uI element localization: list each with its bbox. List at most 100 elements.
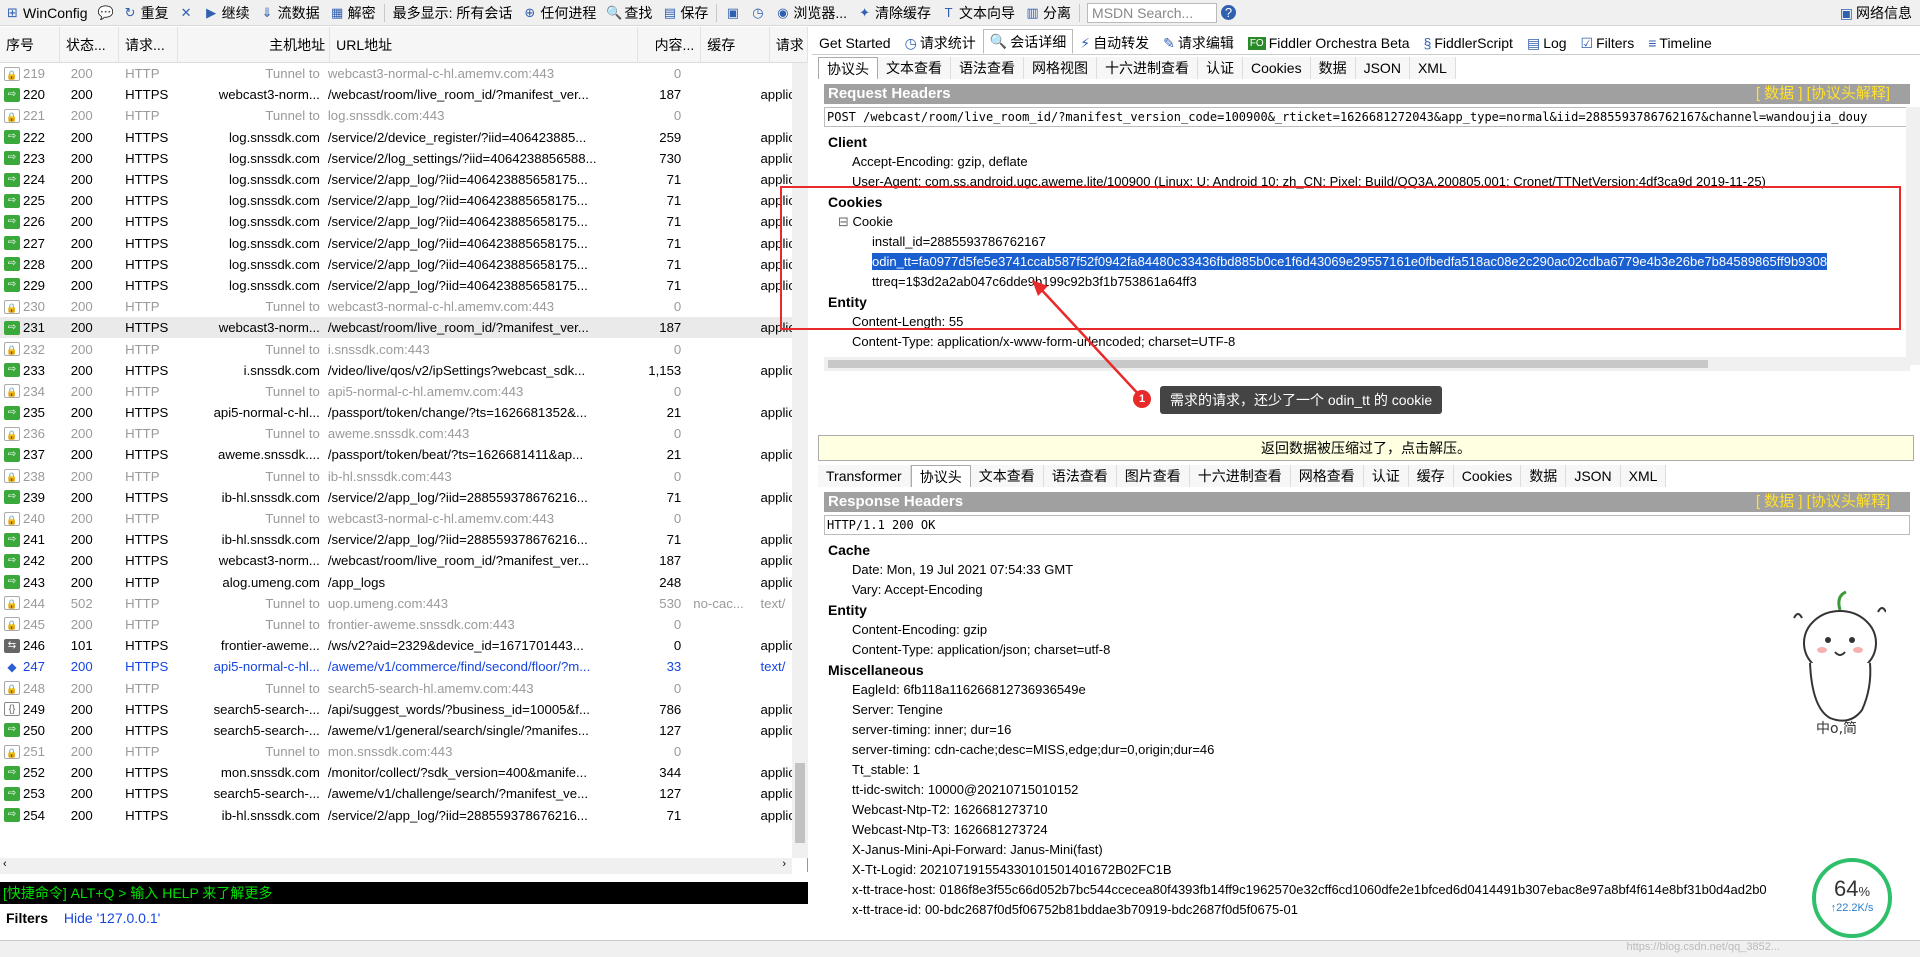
- column-header[interactable]: URL地址: [330, 26, 639, 63]
- session-row[interactable]: 🔒 232 200 HTTP Tunnel to i.snssdk.com:443 0: [0, 338, 792, 359]
- session-row[interactable]: ⇨ 223 200 HTTPS log.snssdk.com/service/2/log…: [0, 148, 792, 169]
- session-row[interactable]: ⇨ 235 200 HTTPS api5-normal-c-hl... /passport…: [0, 402, 792, 423]
- session-row[interactable]: ⇨ 225 200 HTTPS log.snssdk.com/service/2/app…: [0, 190, 792, 211]
- toolbar-4[interactable]: ▶ 继续: [199, 1, 255, 25]
- tab-filters[interactable]: ☑ Filters: [1574, 32, 1642, 54]
- toolbar-icon-button-1[interactable]: 💬: [93, 1, 118, 25]
- header-line[interactable]: Content-Type: application/json; charset=…: [824, 640, 1906, 660]
- session-row[interactable]: 🔒 244 502 HTTP Tunnel to uop.umeng.com:443 530…: [0, 593, 792, 614]
- header-line[interactable]: Webcast-Ntp-T2: 1626681273710: [824, 800, 1906, 820]
- toolbar-icon-button-12[interactable]: ◷: [745, 1, 770, 25]
- header-line[interactable]: x-tt-trace-host: 0186f8e3f55c66d052b7bc5…: [824, 880, 1906, 900]
- session-row[interactable]: ◆ 247 200 HTTPS api5-normal-c-hl... /aweme/v1…: [0, 656, 792, 677]
- session-row[interactable]: 🔒 230 200 HTTP Tunnel to webcast3-normal-c-hl…: [0, 296, 792, 317]
- header-line[interactable]: server-timing: inner; dur=16: [824, 720, 1906, 740]
- session-row[interactable]: ⇨ 233 200 HTTPS i.snssdk.com/video/live/qos/…: [0, 360, 792, 381]
- scroll-left-icon[interactable]: ‹: [3, 858, 7, 870]
- response-tab[interactable]: XML: [1620, 465, 1667, 487]
- header-line[interactable]: EagleId: 6fb118a1162668127369365​49e: [824, 680, 1906, 700]
- header-line[interactable]: Date: Mon, 19 Jul 2021 07:54:33 GMT: [824, 560, 1906, 580]
- header-line[interactable]: x-tt-trace-id: 00-bdc2687f0d5f06752b81bd…: [824, 900, 1906, 920]
- response-tab[interactable]: 数据: [1521, 465, 1567, 487]
- help-icon[interactable]: ?: [1221, 5, 1237, 20]
- toolbar-13[interactable]: ◉ 浏览器...: [770, 1, 852, 25]
- session-row[interactable]: 🔒 219 200 HTTP Tunnel to webcast3-normal-c-hl…: [0, 63, 792, 84]
- session-row[interactable]: 🔒 221 200 HTTP Tunnel to log.snssdk.com:443 0: [0, 105, 792, 126]
- toolbar-14[interactable]: ✦ 清除缓存: [852, 1, 936, 25]
- session-row[interactable]: 🔒 248 200 HTTP Tunnel to search5-search-hl.am…: [0, 677, 792, 698]
- tab-get-started[interactable]: Get Started: [812, 32, 898, 54]
- hscroll-thumb[interactable]: [828, 360, 1708, 368]
- request-tab[interactable]: 文本查看: [878, 57, 951, 79]
- toolbar-icon-button-3[interactable]: ✕: [174, 1, 199, 25]
- tab-fiddler-orchestra-beta[interactable]: FO Fiddler Orchestra Beta: [1241, 32, 1417, 54]
- tab-timeline[interactable]: ≡ Timeline: [1641, 32, 1719, 54]
- session-row[interactable]: ⇨ 229 200 HTTPS log.snssdk.com/service/2/app…: [0, 275, 792, 296]
- session-row[interactable]: {} 249 200 HTTPS search5-search-... /api/sugg…: [0, 699, 792, 720]
- response-tab[interactable]: 认证: [1363, 465, 1409, 487]
- tab-自动转发[interactable]: ⚡ 自动转发: [1073, 32, 1156, 54]
- session-row[interactable]: 🔒 251 200 HTTP Tunnel to mon.snssdk.com:443 0: [0, 741, 792, 762]
- request-line[interactable]: POST /webcast/room/live_room_id/?manifes…: [824, 107, 1910, 127]
- session-row[interactable]: ⇨ 241 200 HTTPS ib-hl.snssdk.com/service/2/a…: [0, 529, 792, 550]
- request-tab[interactable]: Cookies: [1243, 57, 1311, 79]
- request-tab[interactable]: JSON: [1355, 57, 1410, 79]
- header-line[interactable]: Content-Encoding: gzip: [824, 620, 1906, 640]
- session-row[interactable]: ⇨ 254 200 HTTPS ib-hl.snssdk.com/service/2/a…: [0, 805, 792, 826]
- network-info-button[interactable]: ▣ 网络信息: [1840, 3, 1912, 23]
- session-row[interactable]: ⇨ 239 200 HTTPS ib-hl.snssdk.com/service/2/a…: [0, 487, 792, 508]
- msdn-search-input[interactable]: MSDN Search...: [1087, 2, 1218, 23]
- toolbar-icon-button-11[interactable]: ▣: [720, 1, 745, 25]
- session-row[interactable]: ⇨ 252 200 HTTPS mon.snssdk.com/monitor/colle…: [0, 762, 792, 783]
- session-row[interactable]: 🔒 236 200 HTTP Tunnel to aweme.snssdk.com:443…: [0, 423, 792, 444]
- response-tab[interactable]: 十六进制查看: [1189, 465, 1291, 487]
- request-tab[interactable]: 十六进制查看: [1097, 57, 1198, 79]
- session-row[interactable]: ⇨ 242 200 HTTPS webcast3-norm... /webcast/roo…: [0, 550, 792, 571]
- header-line[interactable]: Accept-Encoding: gzip, deflate: [824, 152, 1906, 172]
- header-line[interactable]: X-Janus-Mini-Api-Forward: Janus-Mini(fas…: [824, 840, 1906, 860]
- header-line[interactable]: Tt_stable: 1: [824, 760, 1906, 780]
- response-tab[interactable]: 缓存: [1408, 465, 1454, 487]
- tab-fiddlerscript[interactable]: § FiddlerScript: [1417, 32, 1520, 54]
- session-row[interactable]: 🔒 234 200 HTTP Tunnel to api5-normal-c-hl.ame…: [0, 381, 792, 402]
- request-tab[interactable]: 协议头: [818, 57, 878, 79]
- response-tab[interactable]: Transformer: [818, 465, 911, 487]
- response-header-links[interactable]: [ 数据 ] [协议头解释]: [1756, 492, 1890, 512]
- tab-请求编辑[interactable]: ✎ 请求编辑: [1156, 32, 1241, 54]
- header-line[interactable]: Server: Tengine: [824, 700, 1906, 720]
- request-tab[interactable]: 认证: [1198, 57, 1243, 79]
- header-line[interactable]: Webcast-Ntp-T3: 1626681273724: [824, 820, 1906, 840]
- request-vscrollbar[interactable]: [1906, 107, 1920, 365]
- header-line[interactable]: server-timing: cdn-cache;desc=MISS,edge;…: [824, 740, 1906, 760]
- tab-log[interactable]: ▤ Log: [1520, 32, 1574, 54]
- session-row[interactable]: ⇨ 222 200 HTTPS log.snssdk.com/service/2/dev…: [0, 127, 792, 148]
- response-tab[interactable]: 网格查看: [1290, 465, 1364, 487]
- column-header[interactable]: 序号: [0, 26, 60, 63]
- column-header[interactable]: 请求: [770, 26, 808, 63]
- column-header[interactable]: 状态...: [60, 26, 120, 63]
- request-tab[interactable]: 语法查看: [951, 57, 1024, 79]
- toolbar-0[interactable]: ⊞ WinConfig: [0, 1, 93, 25]
- toolbar-5[interactable]: ⇓ 流数据: [255, 1, 325, 25]
- response-tab[interactable]: 协议头: [910, 465, 971, 487]
- column-header[interactable]: 请求...: [119, 26, 179, 63]
- toolbar-7[interactable]: 最多显示: 所有会话: [388, 1, 518, 25]
- header-line[interactable]: tt-idc-switch: 10000@20210715010152: [824, 780, 1906, 800]
- response-tab[interactable]: 文本查看: [970, 465, 1044, 487]
- session-row[interactable]: ⇨ 243 200 HTTP alog.umeng.com/app_logs 248 app…: [0, 572, 792, 593]
- column-header[interactable]: 主机地址: [178, 26, 331, 63]
- toolbar-9[interactable]: 🔍 查找: [601, 1, 657, 25]
- sessions-vscrollbar[interactable]: [792, 63, 808, 858]
- filters-value[interactable]: Hide '127.0.0.1': [64, 910, 160, 926]
- toolbar-15[interactable]: T 文本向导: [936, 1, 1020, 25]
- session-row[interactable]: ⇨ 250 200 HTTPS search5-search-... /aweme/v1/…: [0, 720, 792, 741]
- session-row[interactable]: ⇆ 246 101 HTTPS frontier-aweme... /ws/v2?aid=…: [0, 635, 792, 656]
- session-row[interactable]: ⇨ 253 200 HTTPS search5-search-... /aweme/v1/…: [0, 783, 792, 804]
- request-tab[interactable]: XML: [1409, 57, 1456, 79]
- request-header-links[interactable]: [ 数据 ] [协议头解释]: [1756, 84, 1890, 104]
- request-tab[interactable]: 数据: [1310, 57, 1356, 79]
- tab-会话详细[interactable]: 🔍 会话详细: [982, 29, 1074, 54]
- session-row[interactable]: 🔒 240 200 HTTP Tunnel to webcast3-normal-c-hl…: [0, 508, 792, 529]
- response-tab[interactable]: JSON: [1566, 465, 1621, 487]
- toolbar-6[interactable]: ▦ 解密: [325, 1, 381, 25]
